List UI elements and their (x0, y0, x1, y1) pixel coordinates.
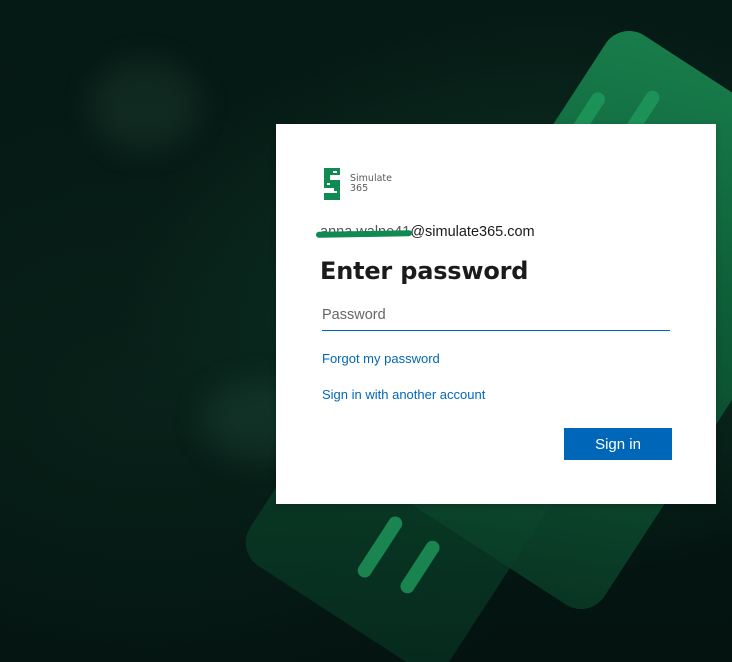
forgot-password-link[interactable]: Forgot my password (322, 351, 440, 366)
simulate365-logo-icon (320, 166, 344, 202)
sign-in-button[interactable]: Sign in (564, 428, 672, 460)
password-input[interactable] (322, 300, 670, 331)
background-blur (90, 60, 200, 150)
logo-line2: 365 (350, 183, 369, 194)
brand-logo: Simulate 365 (320, 166, 392, 202)
another-account-link[interactable]: Sign in with another account (322, 387, 485, 402)
sign-in-card: Simulate 365 anna.walne41 @simulate365.c… (276, 124, 716, 504)
account-identity: anna.walne41 @simulate365.com (320, 224, 535, 240)
page-title: Enter password (320, 257, 529, 285)
account-domain: @simulate365.com (410, 224, 535, 240)
logo-wordmark: Simulate 365 (350, 174, 392, 194)
account-username: anna.walne41 (320, 224, 411, 240)
